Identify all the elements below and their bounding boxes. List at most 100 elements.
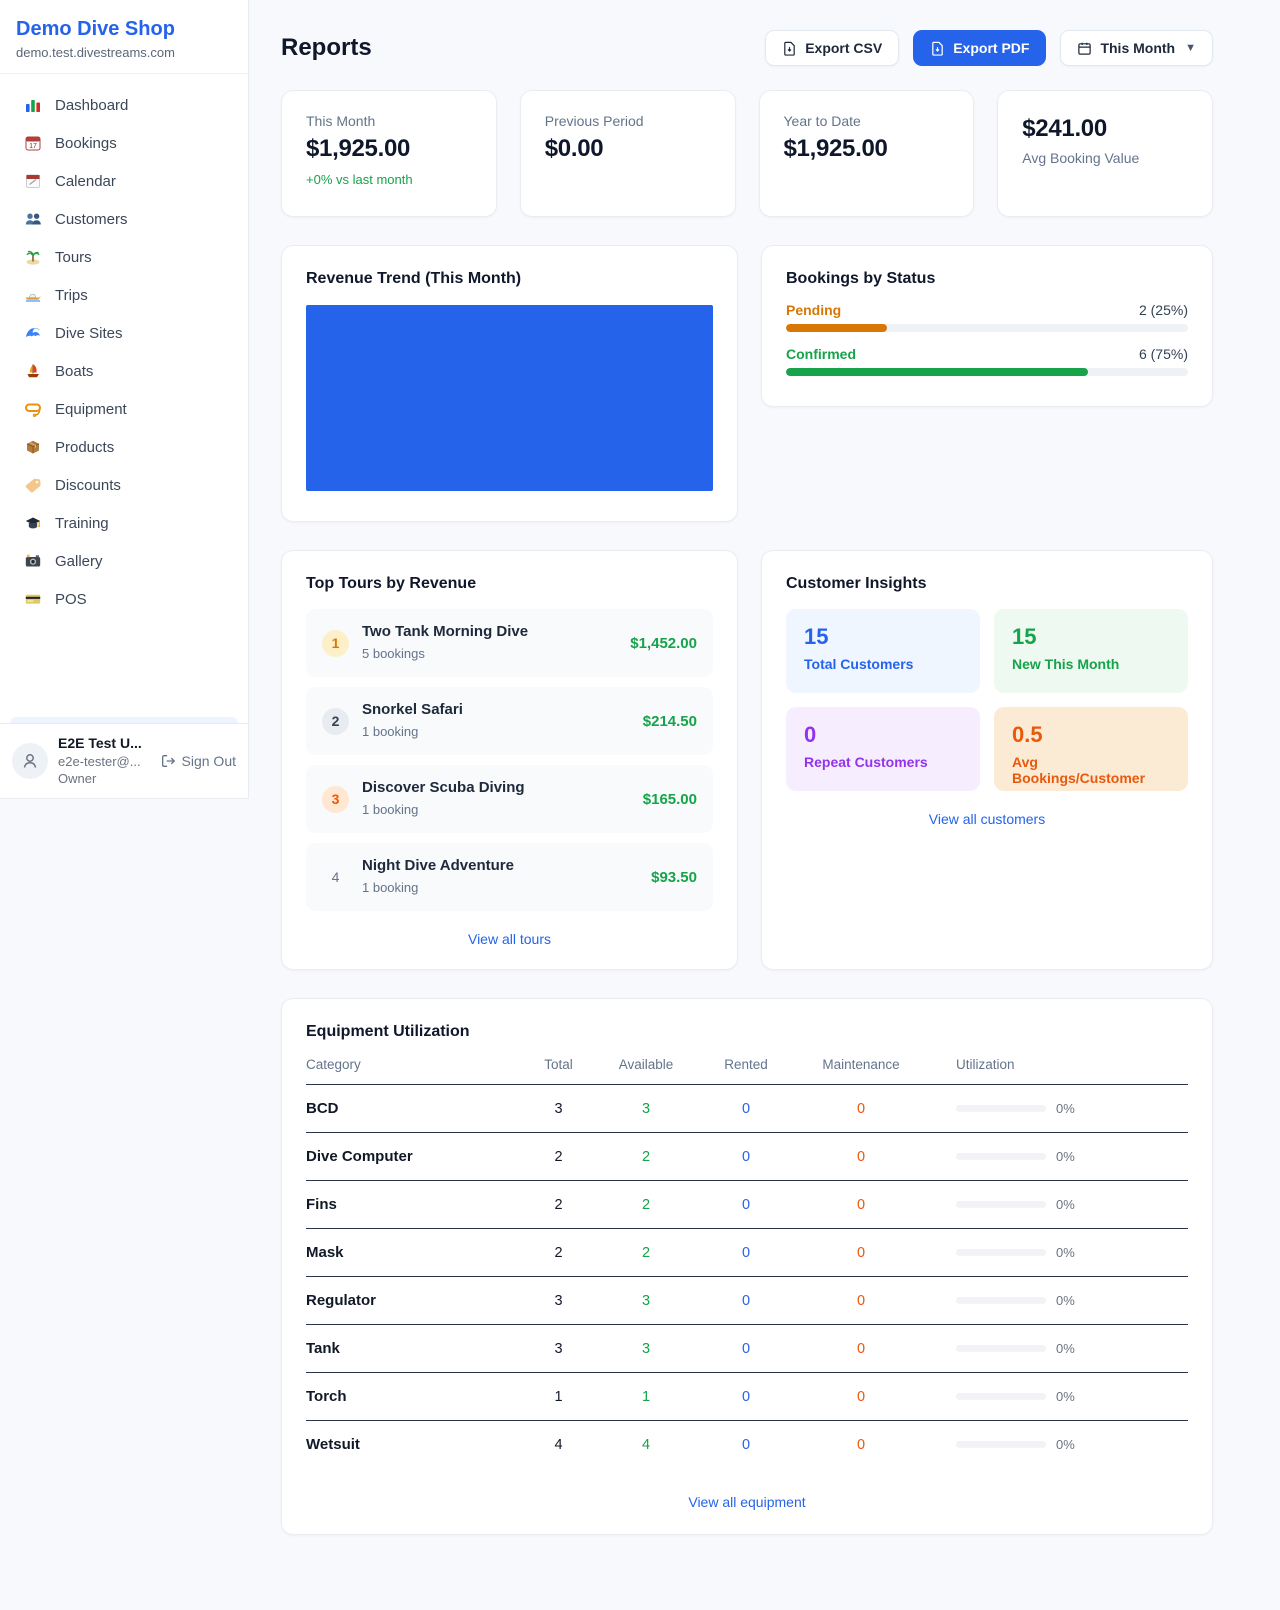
status-label: Confirmed (786, 346, 856, 362)
column-header: Category (306, 1057, 521, 1072)
utilization-bar (956, 1153, 1046, 1160)
sidebar-item-label: Dashboard (55, 97, 128, 114)
tour-bookings: 5 bookings (362, 646, 425, 661)
table-row: Regulator 3 3 0 0 0% (306, 1277, 1188, 1325)
sidebar-item-trips[interactable]: Trips (10, 276, 238, 314)
sidebar-item-dive-sites[interactable]: Dive Sites (10, 314, 238, 352)
camera-icon (24, 552, 42, 570)
view-all-tours-link[interactable]: View all tours (306, 931, 713, 947)
sidebar: Demo Dive Shop demo.test.divestreams.com… (0, 0, 249, 799)
status-count: 6 (75%) (1139, 346, 1188, 362)
brand-block: Demo Dive Shop demo.test.divestreams.com (0, 0, 248, 74)
column-header: Total (521, 1057, 596, 1072)
sidebar-item-label: Equipment (55, 401, 127, 418)
sidebar-item-label: Tours (55, 249, 92, 266)
sidebar-item-label: POS (55, 591, 87, 608)
sidebar-item-training[interactable]: Training (10, 504, 238, 542)
sidebar-item-discounts[interactable]: Discounts (10, 466, 238, 504)
calendar-date-icon: 17 (24, 134, 42, 152)
tour-revenue: $214.50 (643, 713, 697, 730)
confirmed-progress-bar (786, 368, 1188, 376)
utilization-bar (956, 1393, 1046, 1400)
tour-bookings: 1 booking (362, 724, 418, 739)
bookings-by-status-card: Bookings by Status Pending 2 (25%) Confi… (761, 245, 1213, 407)
sidebar-item-customers[interactable]: Customers (10, 200, 238, 238)
card-title: Equipment Utilization (306, 1023, 1188, 1041)
user-name: E2E Test U... (58, 734, 142, 753)
calendar-icon (1077, 41, 1092, 56)
card-title: Revenue Trend (This Month) (306, 270, 713, 288)
insight-tiles: 15 Total Customers 15 New This Month 0 R… (786, 609, 1188, 791)
view-all-customers-link[interactable]: View all customers (786, 811, 1188, 827)
tour-row: 1 Two Tank Morning Dive5 bookings $1,452… (306, 609, 713, 677)
tour-bookings: 1 booking (362, 880, 418, 895)
sidebar-item-label: Dive Sites (55, 325, 123, 342)
tour-name: Night Dive Adventure (362, 857, 514, 874)
equipment-utilization-card: Equipment Utilization Category Total Ava… (281, 998, 1213, 1535)
utilization-bar (956, 1345, 1046, 1352)
stat-card-year-to-date: Year to Date $1,925.00 (759, 90, 975, 217)
period-selector[interactable]: This Month ▼ (1060, 30, 1213, 66)
main-content: Reports Export CSV Export PDF This Month… (281, 30, 1213, 1535)
export-pdf-label: Export PDF (953, 40, 1029, 56)
utilization-bar (956, 1249, 1046, 1256)
sign-out-icon (160, 753, 176, 769)
sidebar-item-equipment[interactable]: Equipment (10, 390, 238, 428)
calendar-pad-icon (24, 172, 42, 190)
status-count: 2 (25%) (1139, 302, 1188, 318)
rank-badge: 4 (322, 864, 349, 891)
customer-insights-card: Customer Insights 15 Total Customers 15 … (761, 550, 1213, 970)
credit-card-icon (24, 590, 42, 608)
top-tours-card: Top Tours by Revenue 1 Two Tank Morning … (281, 550, 738, 970)
sign-out-button[interactable]: Sign Out (160, 753, 236, 769)
stat-label: This Month (306, 113, 472, 129)
wave-icon (24, 324, 42, 342)
stat-label: Year to Date (784, 113, 950, 129)
sidebar-item-label: Discounts (55, 477, 121, 494)
period-label: This Month (1100, 40, 1175, 56)
sidebar-item-label: Training (55, 515, 109, 532)
page-header: Reports Export CSV Export PDF This Month… (281, 30, 1213, 66)
table-row: Tank 3 3 0 0 0% (306, 1325, 1188, 1373)
sidebar-item-bookings[interactable]: 17 Bookings (10, 124, 238, 162)
rank-badge: 2 (322, 708, 349, 735)
island-icon (24, 248, 42, 266)
sidebar-item-products[interactable]: Products (10, 428, 238, 466)
sidebar-item-boats[interactable]: Boats (10, 352, 238, 390)
tour-revenue: $1,452.00 (630, 635, 697, 652)
user-role: Owner (58, 770, 142, 788)
utilization-bar (956, 1105, 1046, 1112)
user-email: e2e-tester@... (58, 753, 142, 771)
sidebar-item-gallery[interactable]: Gallery (10, 542, 238, 580)
sidebar-item-dashboard[interactable]: Dashboard (10, 86, 238, 124)
status-row-confirmed: Confirmed 6 (75%) (786, 346, 1188, 376)
sidebar-item-label: Gallery (55, 553, 103, 570)
view-all-equipment-link[interactable]: View all equipment (306, 1494, 1188, 1510)
sidebar-item-tours[interactable]: Tours (10, 238, 238, 276)
avatar (12, 743, 48, 779)
people-icon (24, 210, 42, 228)
tour-row: 2 Snorkel Safari1 booking $214.50 (306, 687, 713, 755)
tile-value: 15 (804, 624, 962, 650)
charts-row: Revenue Trend (This Month) Bookings by S… (281, 245, 1213, 522)
sidebar-item-label: Trips (55, 287, 88, 304)
package-icon (24, 438, 42, 456)
table-header: Category Total Available Rented Maintena… (306, 1057, 1188, 1085)
tour-name: Discover Scuba Diving (362, 779, 525, 796)
rank-badge: 1 (322, 630, 349, 657)
shop-domain: demo.test.divestreams.com (16, 45, 232, 60)
tour-revenue: $165.00 (643, 791, 697, 808)
sidebar-item-pos[interactable]: POS (10, 580, 238, 618)
sidebar-item-label: Customers (55, 211, 128, 228)
card-title: Top Tours by Revenue (306, 575, 713, 593)
tour-revenue: $93.50 (651, 869, 697, 886)
revenue-trend-card: Revenue Trend (This Month) (281, 245, 738, 522)
pending-progress-bar (786, 324, 1188, 332)
export-csv-button[interactable]: Export CSV (765, 30, 899, 66)
sidebar-item-calendar[interactable]: Calendar (10, 162, 238, 200)
tile-value: 0.5 (1012, 722, 1170, 748)
sidebar-item-label: Products (55, 439, 114, 456)
stat-delta: +0% vs last month (306, 172, 472, 187)
tile-avg-bookings-customer: 0.5 Avg Bookings/Customer (994, 707, 1188, 791)
export-pdf-button[interactable]: Export PDF (913, 30, 1046, 66)
